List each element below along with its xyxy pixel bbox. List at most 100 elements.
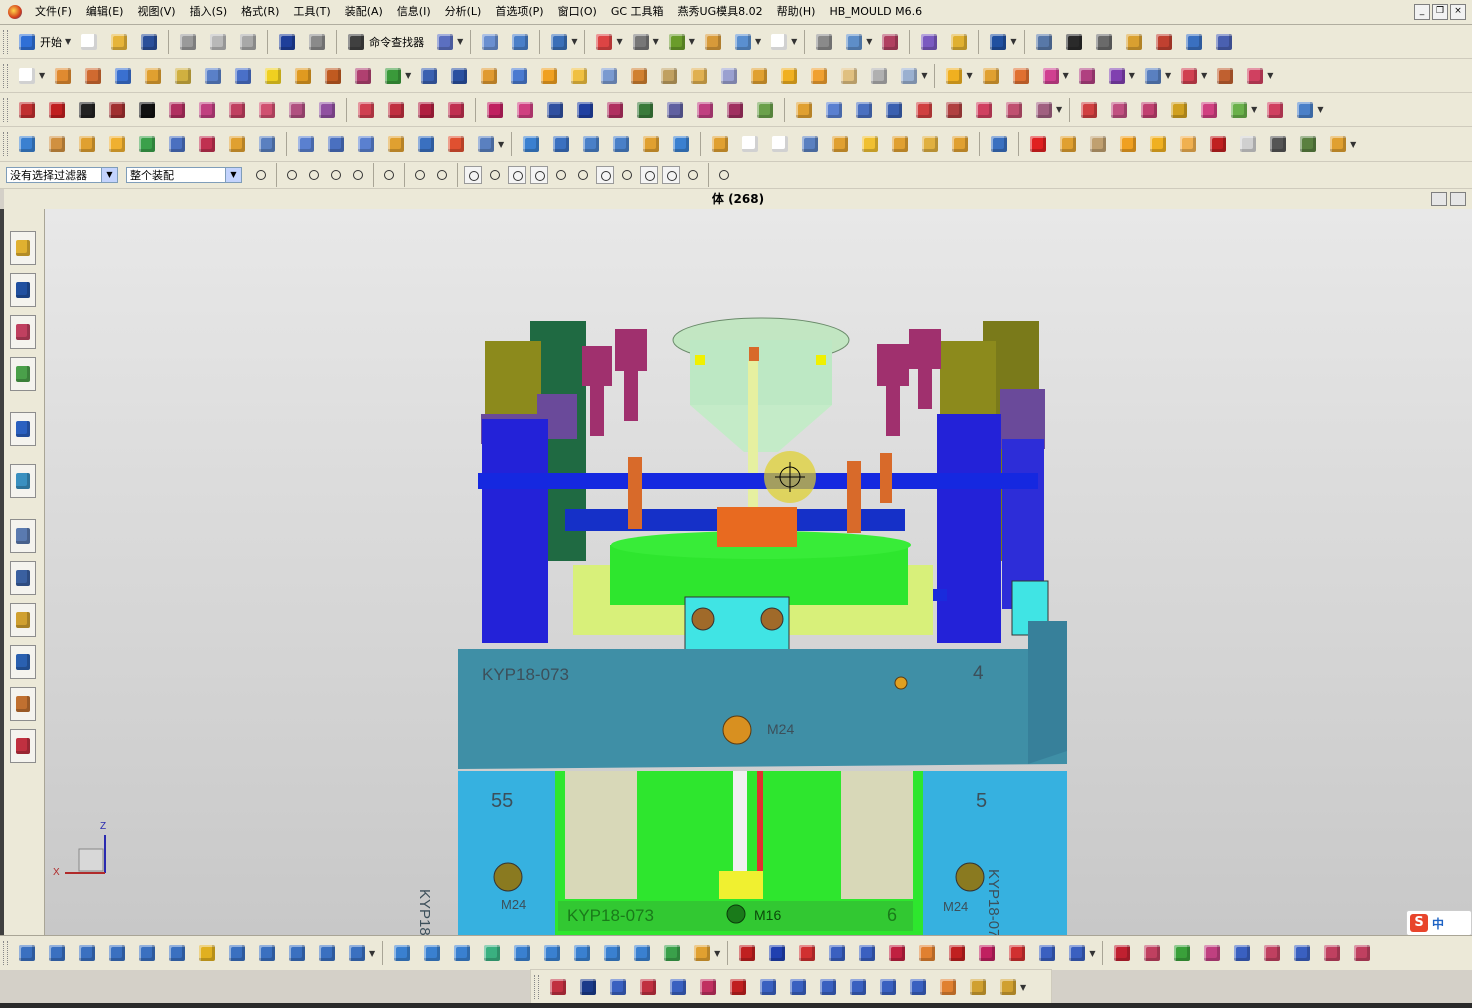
surface-blend-icon[interactable]: [913, 99, 935, 121]
project-curve-icon[interactable]: [316, 99, 338, 121]
column-set-icon[interactable]: [907, 976, 929, 998]
chevron-down-icon[interactable]: ▼: [1317, 105, 1323, 114]
menu-tools[interactable]: 工具(T): [286, 0, 337, 24]
chevron-down-icon[interactable]: ▼: [65, 37, 71, 46]
selection-tool-icon[interactable]: [434, 31, 456, 53]
axes-icon[interactable]: [1297, 133, 1319, 155]
hook-set-icon[interactable]: [877, 976, 899, 998]
stop-icon[interactable]: [1027, 133, 1049, 155]
binoculars-icon[interactable]: [345, 31, 367, 53]
chamfer-icon[interactable]: [568, 65, 590, 87]
symbol-icon[interactable]: [604, 99, 626, 121]
eye-icon[interactable]: [637, 976, 659, 998]
light-cube-icon[interactable]: [1177, 133, 1199, 155]
chevron-down-icon[interactable]: ▼: [966, 71, 972, 80]
split-body-icon[interactable]: [448, 65, 470, 87]
chevron-down-icon[interactable]: ▼: [101, 168, 117, 182]
hole-icon[interactable]: [142, 65, 164, 87]
mold-bolt-icon[interactable]: [46, 942, 68, 964]
constraint-icon[interactable]: [879, 31, 901, 53]
hatch-tool-icon[interactable]: [1291, 942, 1313, 964]
transform-icon[interactable]: [479, 31, 501, 53]
delete-face-icon[interactable]: [46, 133, 68, 155]
open-folder-icon[interactable]: [108, 31, 130, 53]
show-all-icon[interactable]: [411, 166, 429, 184]
chevron-down-icon[interactable]: ▼: [714, 949, 720, 958]
support-icon[interactable]: [610, 133, 632, 155]
cut-icon[interactable]: [177, 31, 199, 53]
menu-preferences[interactable]: 首选项(P): [488, 0, 550, 24]
assembly-nav-icon[interactable]: [813, 31, 835, 53]
blade-icon[interactable]: [451, 942, 473, 964]
bracket-set-icon[interactable]: [847, 976, 869, 998]
menu-gc-toolbox[interactable]: GC 工具箱: [604, 0, 671, 24]
selection-filter-dropdown[interactable]: 没有选择过滤器 ▼: [6, 167, 118, 183]
snap-point-icon[interactable]: [640, 166, 658, 184]
select-body-icon[interactable]: [327, 166, 345, 184]
cut-tool-icon[interactable]: [607, 976, 629, 998]
reuse-library-tab-icon[interactable]: [10, 357, 36, 391]
chevron-down-icon[interactable]: ▼: [866, 37, 872, 46]
shell-icon[interactable]: [598, 65, 620, 87]
minimize-button[interactable]: _: [1414, 4, 1430, 20]
clamp-icon[interactable]: [580, 133, 602, 155]
slot-icon[interactable]: [256, 133, 278, 155]
chevron-down-icon[interactable]: ▼: [653, 37, 659, 46]
menu-yanxiu-mold[interactable]: 燕秀UG模具8.02: [671, 0, 770, 24]
chevron-down-icon[interactable]: ▼: [1165, 71, 1171, 80]
menu-hb-mould[interactable]: HB_MOULD M6.6: [822, 0, 929, 24]
pad-icon[interactable]: [202, 65, 224, 87]
rib-icon[interactable]: [292, 65, 314, 87]
perspective-icon[interactable]: [1213, 31, 1235, 53]
surface-grid-icon[interactable]: [853, 99, 875, 121]
patch-icon[interactable]: [898, 65, 920, 87]
assembly-cube-icon[interactable]: [1327, 133, 1349, 155]
constraint-navigator-tab-icon[interactable]: [10, 273, 36, 307]
toolbar-grip[interactable]: [534, 975, 539, 999]
dimension-icon[interactable]: [544, 99, 566, 121]
close-button[interactable]: ×: [1450, 4, 1466, 20]
part-navigator-tab-icon[interactable]: [10, 315, 36, 349]
measure-body-icon[interactable]: [1123, 31, 1145, 53]
chevron-down-icon[interactable]: ▼: [1010, 37, 1016, 46]
copy-move-icon[interactable]: [826, 942, 848, 964]
chevron-down-icon[interactable]: ▼: [1089, 949, 1095, 958]
snap-arc-icon[interactable]: [552, 166, 570, 184]
color-grid-icon[interactable]: [136, 133, 158, 155]
web-browser-tab-icon[interactable]: [10, 464, 36, 498]
white-cube-icon[interactable]: [1237, 133, 1259, 155]
grid-square-icon[interactable]: [769, 133, 791, 155]
trim-curve-icon[interactable]: [355, 99, 377, 121]
deviation-icon[interactable]: [1198, 99, 1220, 121]
command-finder-label[interactable]: 命令查找器: [369, 34, 424, 50]
bridge-curve-icon[interactable]: [445, 99, 467, 121]
select-curve-icon[interactable]: [349, 166, 367, 184]
orange-slab-icon[interactable]: [1147, 133, 1169, 155]
lifter-icon[interactable]: [481, 942, 503, 964]
grid-array-icon[interactable]: [886, 942, 908, 964]
add-component-icon[interactable]: [843, 31, 865, 53]
line-icon[interactable]: [16, 99, 38, 121]
snap-tangent-icon[interactable]: [530, 166, 548, 184]
box-body-icon[interactable]: [748, 65, 770, 87]
rod-set-icon[interactable]: [997, 976, 1019, 998]
orange-cube-icon[interactable]: [1117, 133, 1139, 155]
menu-format[interactable]: 格式(R): [234, 0, 286, 24]
plate-icon[interactable]: [709, 133, 731, 155]
box-tool-icon[interactable]: [1351, 942, 1373, 964]
snap-center-icon[interactable]: [596, 166, 614, 184]
paste-icon[interactable]: [237, 31, 259, 53]
analysis-curve-icon[interactable]: [1078, 99, 1100, 121]
extract-body-icon[interactable]: [718, 65, 740, 87]
solid-select-icon[interactable]: [433, 166, 451, 184]
lightning-icon[interactable]: [988, 133, 1010, 155]
arc-icon[interactable]: [46, 99, 68, 121]
macro-icon[interactable]: [724, 99, 746, 121]
sew-icon[interactable]: [868, 65, 890, 87]
angle-icon[interactable]: [415, 133, 437, 155]
unite-icon[interactable]: [382, 65, 404, 87]
snap-endpoint-icon[interactable]: [464, 166, 482, 184]
chevron-down-icon[interactable]: ▼: [39, 71, 45, 80]
info-tab-icon[interactable]: [10, 412, 36, 446]
slide-icon[interactable]: [1142, 65, 1164, 87]
